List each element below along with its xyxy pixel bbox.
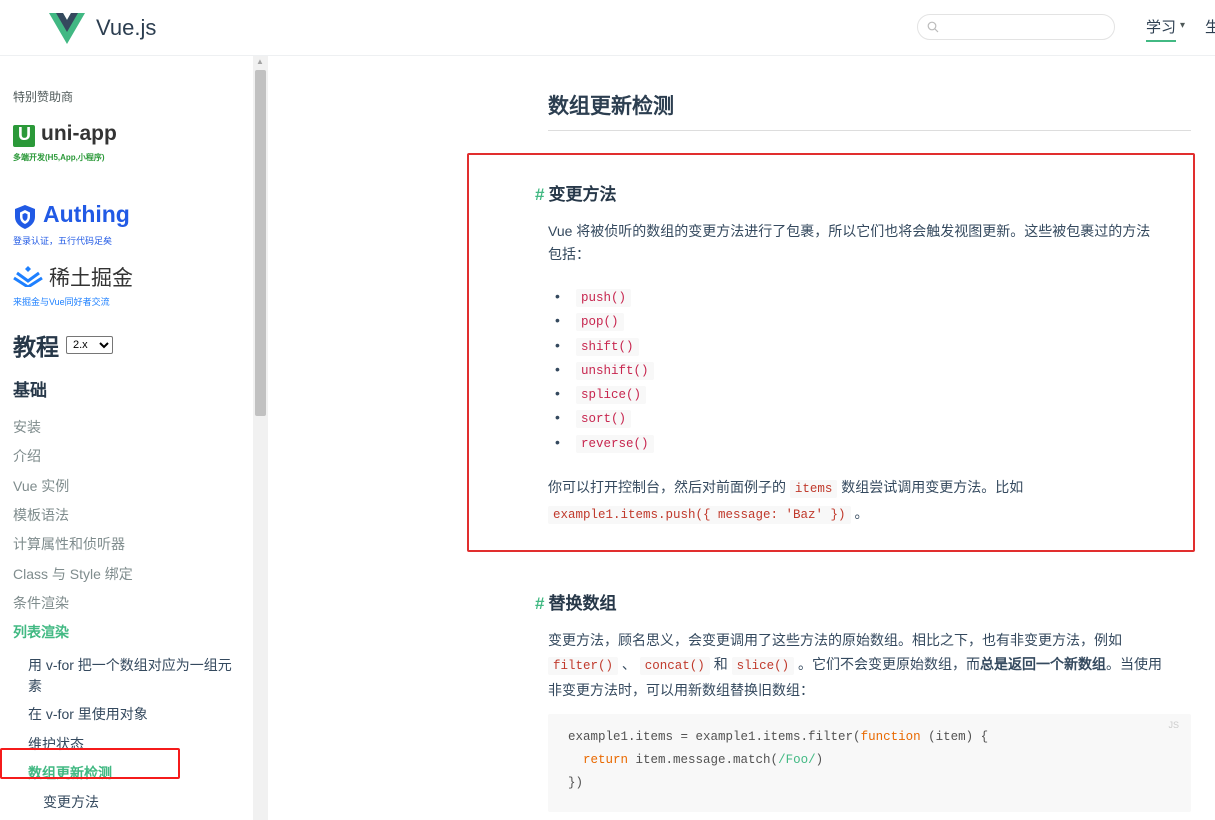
code-keyword: return: [583, 753, 629, 767]
vue-logo-icon[interactable]: [49, 10, 85, 46]
list-item: sort(): [555, 409, 654, 433]
method-code: reverse(): [576, 434, 654, 453]
sidebar: 特别赞助商 U uni-app 多端开发(H5,App,小程序) Authing…: [0, 56, 268, 820]
replace-text: 。当使用: [1106, 656, 1162, 672]
replace-text: 非变更方法时，可以用新数组替换旧数组：: [548, 682, 814, 698]
sidebar-item-list-rendering[interactable]: 列表渲染: [13, 622, 69, 642]
outro-paragraph: 你可以打开控制台，然后对前面例子的 items 数组尝试调用变更方法。比如 ex…: [548, 475, 1188, 527]
sponsor-label: 特别赞助商: [13, 90, 74, 104]
list-item: unshift(): [555, 361, 654, 385]
search-box[interactable]: [917, 14, 1115, 40]
anchor-hash[interactable]: #: [535, 185, 544, 204]
inline-code: example1.items.push({ message: 'Baz' }): [548, 506, 851, 524]
section-heading-replace: # 替换数组: [535, 589, 616, 614]
sponsor-tagline: 登录认证，五行代码足矣: [13, 236, 113, 246]
code-regex: /Foo/: [778, 753, 816, 767]
code-text: ): [815, 753, 824, 767]
method-code: sort(): [576, 410, 632, 429]
section-title: 变更方法: [548, 185, 617, 204]
method-code: push(): [576, 289, 632, 307]
outro-text: 。: [854, 505, 869, 521]
method-code: unshift(): [576, 361, 654, 380]
method-list: push() pop() shift() unshift() splice() …: [555, 288, 654, 458]
method-code: pop(): [576, 313, 624, 332]
section-title-basics: 基础: [13, 381, 47, 400]
code-text: example1.items = example1.items.filter(: [568, 730, 861, 744]
shield-icon: [15, 205, 35, 229]
inline-code: concat(): [639, 657, 710, 675]
sidebar-item-computed[interactable]: 计算属性和侦听器: [13, 534, 125, 554]
intro-line2: 包括：: [548, 246, 590, 262]
top-header: Vue.js 学习 ▾ 生态系统: [0, 0, 1215, 56]
list-item: pop(): [555, 312, 654, 336]
search-input[interactable]: [944, 17, 1108, 39]
search-icon: [927, 21, 939, 33]
code-text: }): [568, 776, 584, 790]
list-item: shift(): [555, 337, 654, 361]
list-item: splice(): [555, 385, 654, 409]
code-text: item.message.match(: [628, 753, 779, 767]
sidebar-subsubitem-mutation[interactable]: 变更方法: [43, 792, 99, 812]
sidebar-subitem-vfor-object[interactable]: 在 v-for 里使用对象: [28, 704, 148, 724]
replace-text: 。它们不会变更原始数组，而: [798, 656, 980, 672]
code-block: JS example1.items = example1.items.filte…: [548, 714, 1191, 812]
sidebar-subitem-vfor-array-cont[interactable]: 素: [28, 676, 42, 696]
list-item: push(): [555, 288, 654, 312]
anchor-hash[interactable]: #: [535, 594, 544, 613]
sidebar-item-conditional[interactable]: 条件渲染: [13, 593, 69, 613]
uni-app-logo-letter: U: [18, 124, 31, 144]
sponsor-tagline: 多端开发(H5,App,小程序): [13, 153, 105, 162]
code-content: example1.items = example1.items.filter(f…: [568, 726, 988, 795]
replace-text: 和: [713, 656, 728, 672]
outro-text: 你可以打开控制台，然后对前面例子的: [548, 479, 786, 495]
sidebar-item-install[interactable]: 安装: [13, 417, 41, 437]
section-heading-mutation: # 变更方法: [535, 180, 616, 205]
inline-code: filter(): [548, 657, 619, 675]
method-code: shift(): [576, 337, 639, 356]
version-select[interactable]: 2.x: [66, 336, 113, 354]
chevron-down-icon[interactable]: ▾: [1180, 20, 1185, 31]
intro-paragraph: Vue 将被侦听的数组的变更方法进行了包裹，所以它们也将会触发视图更新。这些被包…: [548, 220, 1188, 266]
scroll-up-arrow-icon[interactable]: ▲: [256, 57, 264, 66]
method-code: splice(): [576, 386, 647, 405]
uni-app-logo-icon: U: [13, 124, 35, 147]
sidebar-scroll-thumb[interactable]: [255, 70, 266, 416]
outro-text: 数组尝试调用变更方法。比如: [841, 479, 1024, 495]
sidebar-item-syntax[interactable]: 模板语法: [13, 505, 69, 525]
sidebar-item-instance[interactable]: Vue 实例: [13, 476, 69, 496]
code-keyword: function: [860, 730, 921, 744]
list-item: reverse(): [555, 434, 654, 458]
sponsor-name: Authing: [43, 201, 130, 227]
inline-code: slice(): [731, 657, 795, 675]
nav-ecosystem[interactable]: 生态系统: [1205, 16, 1215, 37]
title-divider: [548, 130, 1191, 131]
replace-text: 、: [621, 656, 636, 672]
juejin-logo-icon: [13, 266, 43, 287]
nav-learn[interactable]: 学习: [1146, 16, 1177, 42]
page-title: 数组更新检测: [548, 95, 674, 118]
sidebar-subitem-vfor-array[interactable]: 用 v-for 把一个数组对应为一组元: [28, 655, 232, 675]
tutorial-title: 教程: [13, 334, 59, 360]
sidebar-item-class-style[interactable]: Class 与 Style 绑定: [13, 564, 133, 584]
bold-text: 总是返回一个新数组: [980, 656, 1106, 672]
sponsor-name: 稀土掘金: [49, 267, 133, 290]
replace-text: 变更方法，顾名思义，会变更调用了这些方法的原始数组。相比之下，也有非变更方法，例…: [548, 632, 1122, 648]
site-title[interactable]: Vue.js: [96, 15, 156, 41]
code-language-label: JS: [1168, 720, 1179, 730]
highlight-box-sidebar: [0, 748, 180, 779]
code-text: (item) {: [920, 730, 989, 744]
section-title: 替换数组: [548, 594, 617, 613]
replace-paragraph: 变更方法，顾名思义，会变更调用了这些方法的原始数组。相比之下，也有非变更方法，例…: [548, 628, 1193, 702]
sidebar-item-intro[interactable]: 介绍: [13, 446, 41, 466]
sponsor-tagline: 来掘金与Vue同好者交流: [13, 297, 110, 307]
inline-code: items: [789, 480, 838, 498]
sponsor-name: uni-app: [41, 122, 117, 145]
intro-line1: Vue 将被侦听的数组的变更方法进行了包裹，所以它们也将会触发视图更新。这些被包…: [548, 223, 1151, 239]
